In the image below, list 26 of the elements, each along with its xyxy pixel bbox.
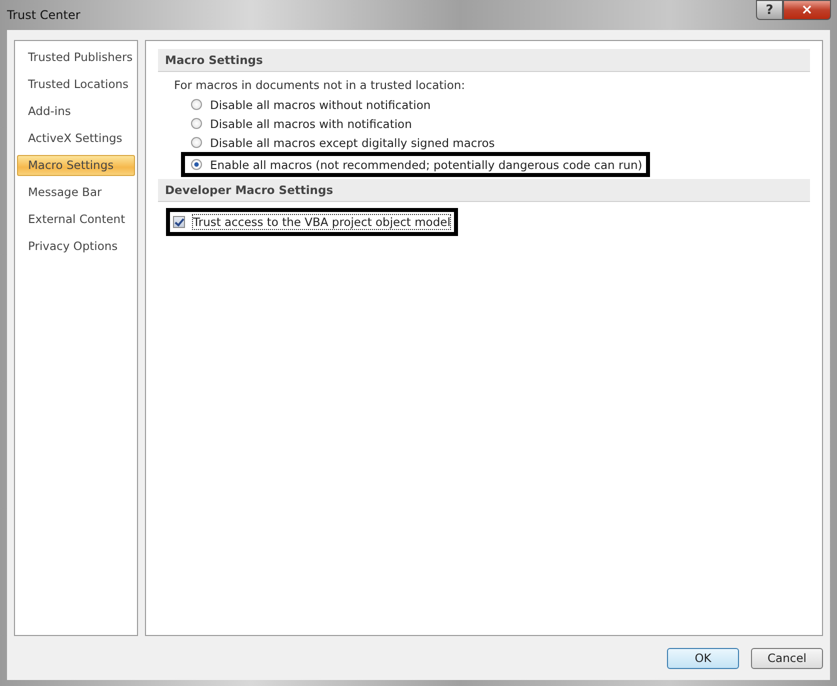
section-text: For macros in documents not in a trusted location: [173,77,466,94]
ok-button[interactable]: OK [667,648,739,668]
radio-button[interactable] [191,159,202,170]
sidebar-item[interactable]: Message Bar [17,182,135,203]
help-button[interactable]: ? [756,0,783,20]
checkbox[interactable] [173,216,185,228]
option-label[interactable]: Enable all macros (not recommended; potentially dangerous code can run) [210,158,642,172]
section-heading: Developer Macro Settings [158,179,810,202]
section-heading: Macro Settings [158,49,810,72]
cancel-button[interactable]: Cancel [751,648,823,668]
option-label[interactable]: Disable all macros with notification [210,116,412,130]
sidebar-item[interactable]: ActiveX Settings [17,128,135,149]
radio-button[interactable] [191,137,202,148]
window-title: Trust Center [7,8,80,22]
sidebar-item[interactable]: Macro Settings [17,155,135,176]
option-label[interactable]: Disable all macros except digitally signed macros [210,136,495,150]
sidebar-item[interactable]: External Content [17,209,135,230]
sidebar-item[interactable]: Trusted Publishers [17,47,135,68]
checkbox-label[interactable]: Trust access to the VBA project object model [193,215,450,229]
radio-button[interactable] [191,99,202,110]
sidebar-item[interactable]: Privacy Options [17,236,135,257]
close-button[interactable]: × [783,0,831,20]
sidebar-item[interactable]: Trusted Locations [17,74,135,95]
sidebar-item[interactable]: Add-ins [17,101,135,122]
radio-button[interactable] [191,118,202,129]
option-label[interactable]: Disable all macros without notification [210,98,431,112]
